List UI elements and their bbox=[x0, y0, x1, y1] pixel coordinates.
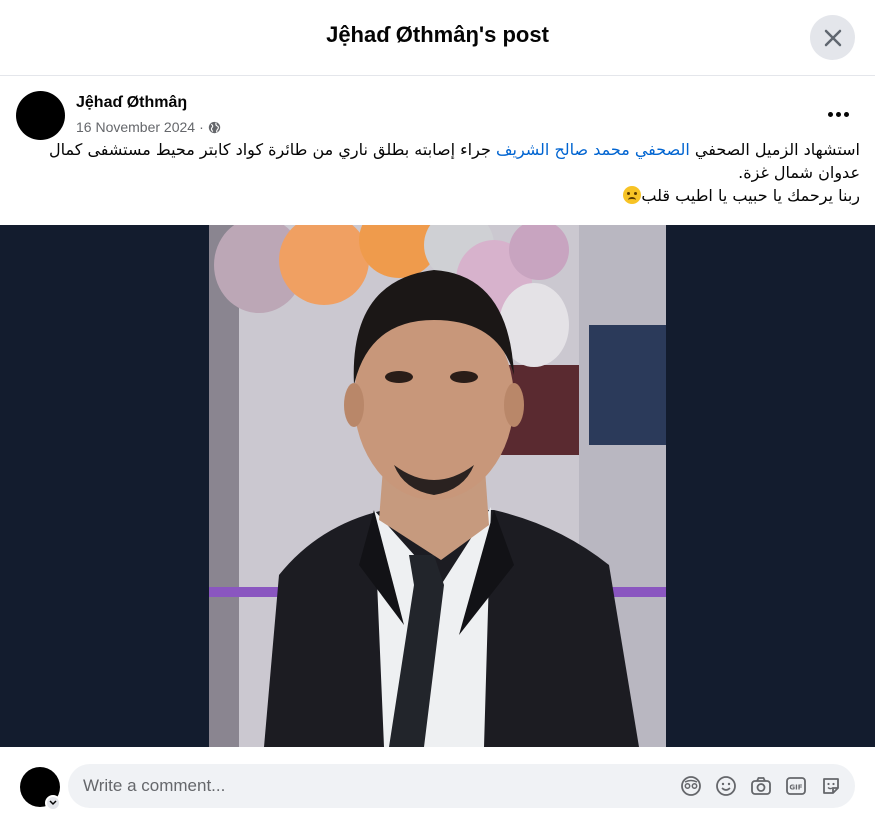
close-icon bbox=[824, 29, 841, 46]
emoji-icon[interactable] bbox=[714, 774, 738, 798]
meta-separator: · bbox=[199, 119, 204, 135]
author-name[interactable]: Jệhaɗ Øthmâŋ bbox=[76, 94, 187, 112]
gif-icon[interactable]: GIF bbox=[784, 774, 808, 798]
comment-bar: Write a comment... GIF bbox=[0, 747, 875, 832]
author-avatar[interactable] bbox=[16, 91, 65, 140]
sad-face-emoji-icon bbox=[623, 186, 642, 204]
dialog-title: Jệhaɗ Øthmâŋ's post bbox=[326, 22, 549, 47]
more-dot-icon bbox=[843, 111, 849, 117]
post-date[interactable]: 16 November 2024 bbox=[76, 119, 195, 135]
camera-icon[interactable] bbox=[749, 774, 773, 798]
sticker-icon[interactable] bbox=[819, 774, 843, 798]
comment-placeholder[interactable]: Write a comment... bbox=[83, 776, 225, 796]
photo-container bbox=[0, 225, 875, 747]
mention-link[interactable]: الصحفي محمد صالح الشريف bbox=[496, 140, 690, 159]
post-header: Jệhaɗ Øthmâŋ 16 November 2024 · bbox=[0, 77, 875, 142]
svg-text:GIF: GIF bbox=[789, 784, 802, 792]
close-button[interactable] bbox=[810, 15, 855, 60]
post-photo[interactable] bbox=[209, 225, 666, 747]
chevron-down-icon[interactable] bbox=[45, 795, 61, 811]
more-dot-icon bbox=[827, 111, 833, 117]
post-text-line-1: استشهاد الزميل الصحفي الصحفي محمد صالح ا… bbox=[16, 138, 860, 184]
post-text-line-2: ربنا يرحمك يا حبيب يا اطيب قلب bbox=[16, 184, 860, 207]
post-text-start: استشهاد الزميل الصحفي bbox=[689, 140, 860, 159]
dialog-header: Jệhaɗ Øthmâŋ's post bbox=[0, 0, 875, 76]
comment-tools: GIF bbox=[679, 774, 843, 798]
more-options-button[interactable] bbox=[818, 99, 858, 129]
portrait-photo bbox=[209, 225, 666, 747]
post-text-second: ربنا يرحمك يا حبيب يا اطيب قلب bbox=[641, 186, 860, 205]
comment-input[interactable]: Write a comment... GIF bbox=[68, 764, 855, 808]
post-text: استشهاد الزميل الصحفي الصحفي محمد صالح ا… bbox=[16, 138, 860, 207]
more-dot-icon bbox=[835, 111, 841, 117]
post-meta: 16 November 2024 · bbox=[76, 119, 221, 135]
globe-icon[interactable] bbox=[208, 121, 221, 134]
avatar-sticker-icon[interactable] bbox=[679, 774, 703, 798]
